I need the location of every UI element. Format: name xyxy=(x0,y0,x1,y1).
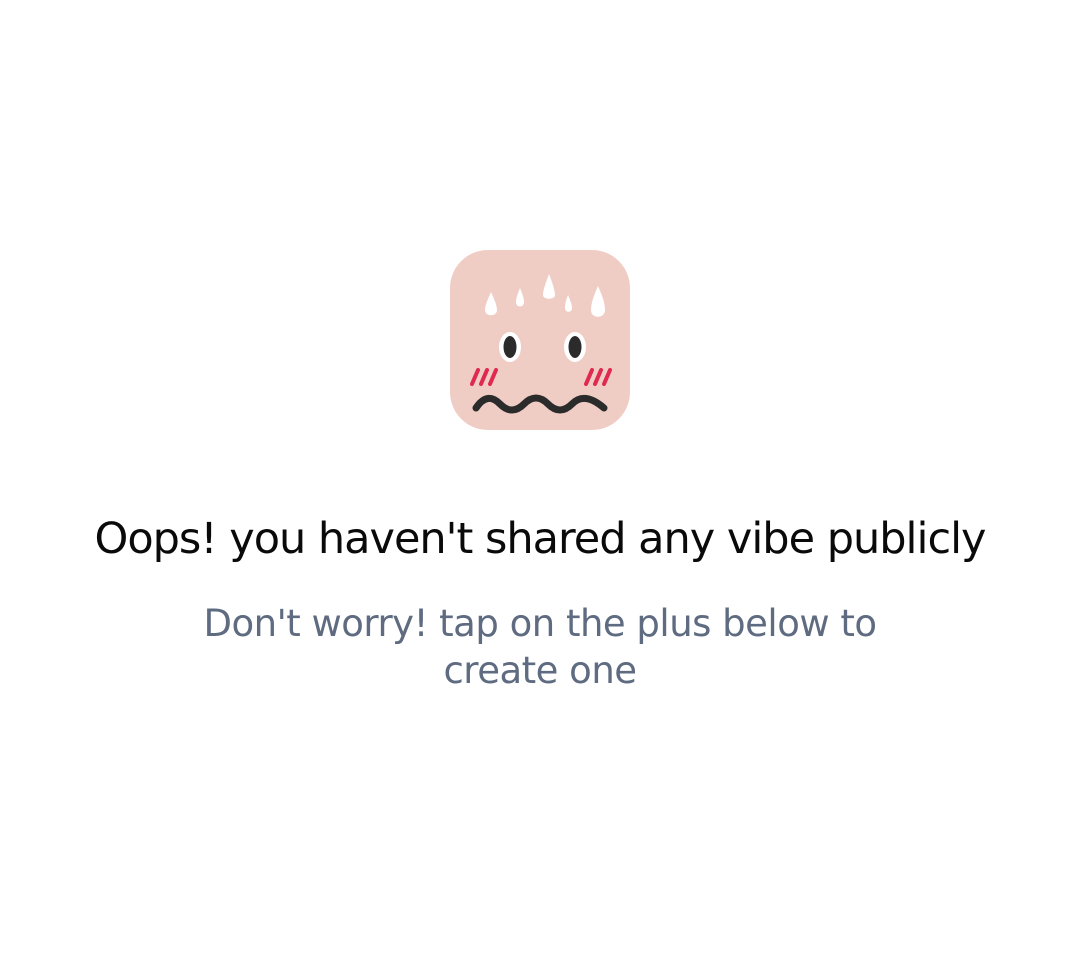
empty-state-title: Oops! you haven't shared any vibe public… xyxy=(94,514,986,564)
empty-state-screen: Oops! you haven't shared any vibe public… xyxy=(0,0,1080,974)
worried-face-icon xyxy=(450,250,630,430)
empty-state-subtitle: Don't worry! tap on the plus below to cr… xyxy=(203,602,877,692)
